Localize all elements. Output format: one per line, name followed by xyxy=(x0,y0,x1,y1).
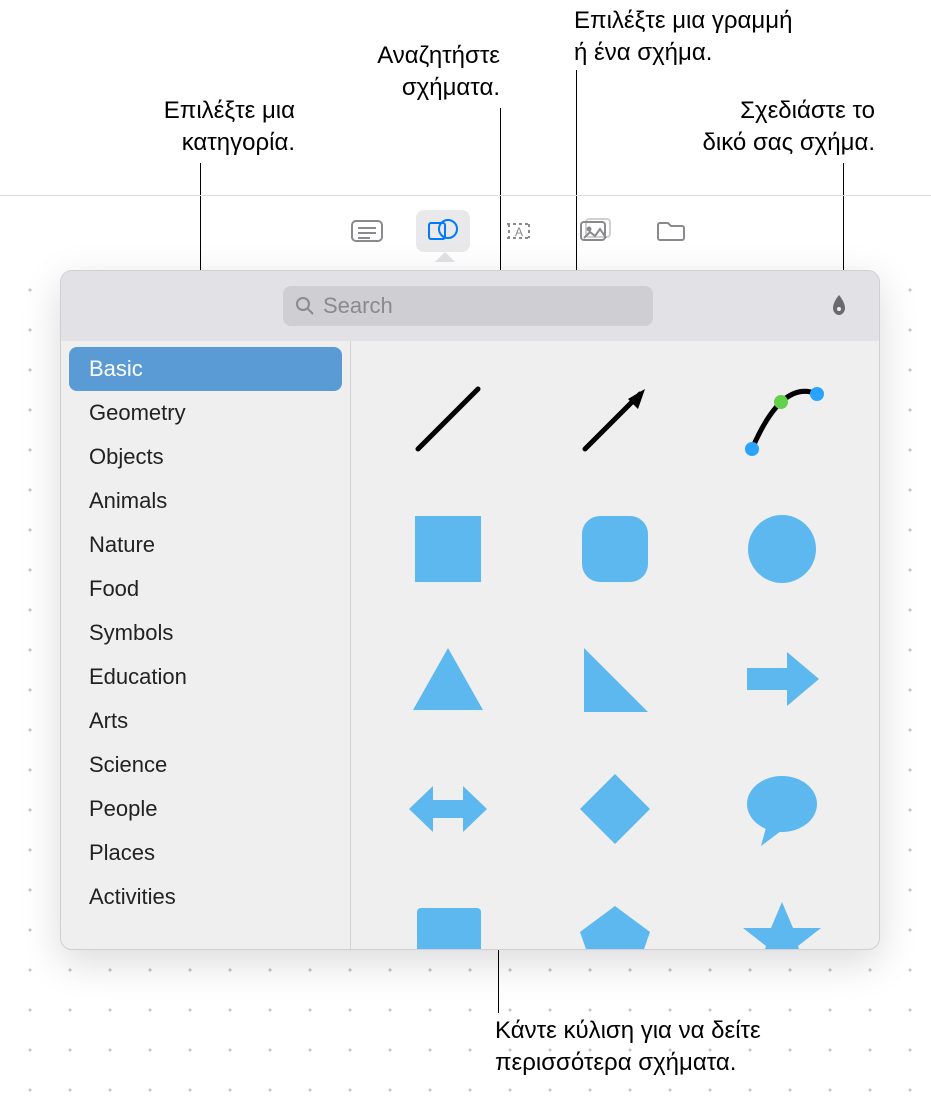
toolbar-shapes-button[interactable] xyxy=(416,210,470,252)
svg-text:A: A xyxy=(515,225,523,239)
toolbar-textbox-button[interactable]: A xyxy=(492,210,546,252)
shape-arrow-line[interactable] xyxy=(570,374,660,464)
callout-draw-own: Σχεδιάστε το δικό σας σχήμα. xyxy=(675,95,875,160)
shapes-grid xyxy=(351,341,879,949)
callout-search: Αναζητήστε σχήματα. xyxy=(340,40,500,105)
shape-square[interactable] xyxy=(403,504,493,594)
category-activities[interactable]: Activities xyxy=(69,875,342,919)
shape-line[interactable] xyxy=(403,374,493,464)
category-sidebar: BasicGeometryObjectsAnimalsNatureFoodSym… xyxy=(61,341,351,949)
category-animals[interactable]: Animals xyxy=(69,479,342,523)
hsep xyxy=(0,195,931,196)
pen-icon xyxy=(825,292,853,320)
popover-header: Search xyxy=(61,271,879,341)
search-icon xyxy=(295,296,315,316)
callout-line-or-shape: Επιλέξτε μια γραμμή ή ένα σχήμα. xyxy=(574,5,834,70)
toolbar-media-button[interactable] xyxy=(568,210,622,252)
category-geometry[interactable]: Geometry xyxy=(69,391,342,435)
category-objects[interactable]: Objects xyxy=(69,435,342,479)
shape-right-triangle[interactable] xyxy=(570,634,660,724)
category-people[interactable]: People xyxy=(69,787,342,831)
toolbar: A xyxy=(340,210,698,252)
category-basic[interactable]: Basic xyxy=(69,347,342,391)
shape-pentagon[interactable] xyxy=(570,894,660,949)
category-arts[interactable]: Arts xyxy=(69,699,342,743)
shape-arrow-right[interactable] xyxy=(737,634,827,724)
shape-speech-bubble[interactable] xyxy=(737,764,827,854)
shape-callout-rect[interactable] xyxy=(403,894,493,949)
shape-rounded-square[interactable] xyxy=(570,504,660,594)
category-places[interactable]: Places xyxy=(69,831,342,875)
shapes-popover: Search BasicGeometryObjectsAnimalsNature… xyxy=(60,270,880,950)
category-food[interactable]: Food xyxy=(69,567,342,611)
category-education[interactable]: Education xyxy=(69,655,342,699)
shape-arrow-bidir[interactable] xyxy=(403,764,493,854)
shape-curve-editable[interactable] xyxy=(737,374,827,464)
shape-diamond[interactable] xyxy=(570,764,660,854)
toolbar-text-button[interactable] xyxy=(340,210,394,252)
search-field[interactable]: Search xyxy=(283,286,653,326)
category-nature[interactable]: Nature xyxy=(69,523,342,567)
draw-shape-button[interactable] xyxy=(821,288,857,324)
toolbar-folder-button[interactable] xyxy=(644,210,698,252)
callout-category: Επιλέξτε μια κατηγορία. xyxy=(90,95,295,160)
search-placeholder: Search xyxy=(323,293,393,319)
category-science[interactable]: Science xyxy=(69,743,342,787)
shape-circle[interactable] xyxy=(737,504,827,594)
category-symbols[interactable]: Symbols xyxy=(69,611,342,655)
shape-triangle[interactable] xyxy=(403,634,493,724)
shape-star[interactable] xyxy=(737,894,827,949)
